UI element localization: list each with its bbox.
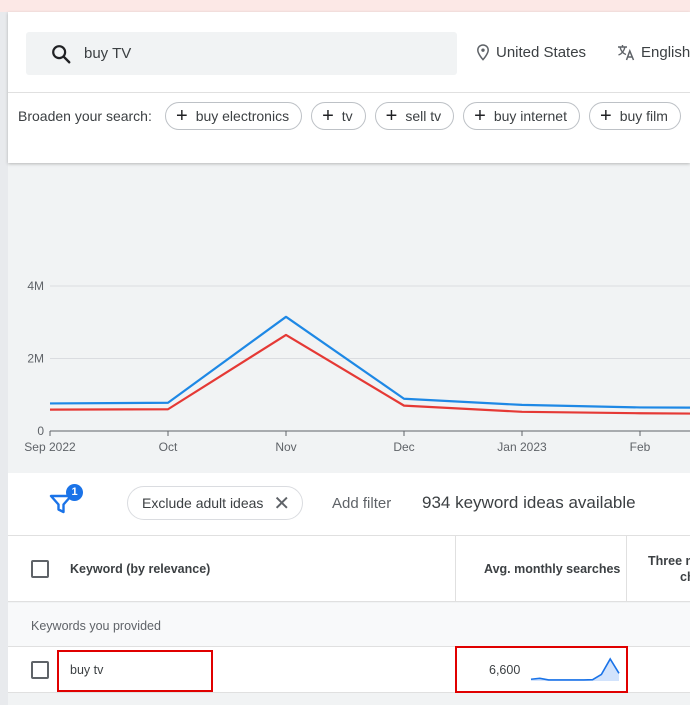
- column-header-avg-searches[interactable]: Avg. monthly searches: [484, 562, 620, 576]
- plus-icon: +: [600, 105, 612, 127]
- notification-strip: [0, 0, 690, 12]
- chip-buy-electronics[interactable]: + buy electronics: [165, 102, 303, 130]
- select-all-checkbox[interactable]: [31, 560, 49, 578]
- add-filter-button[interactable]: Add filter: [332, 495, 391, 512]
- plus-icon: +: [474, 105, 486, 127]
- search-volume-chart: 02M4MSep 2022OctNovDecJan 2023FebMar: [24, 279, 690, 454]
- section-provided-keywords: Keywords you provided: [8, 603, 690, 647]
- location-label: United States: [496, 44, 587, 61]
- row-checkbox[interactable]: [31, 661, 49, 679]
- highlight-keyword-box: [57, 650, 213, 692]
- x-tick-label: Sep 2022: [24, 440, 76, 454]
- card-divider: [8, 92, 690, 93]
- broaden-chips: + buy electronics + tv + sell tv + buy inter…: [165, 102, 681, 130]
- x-tick-label: Dec: [393, 440, 414, 454]
- search-input[interactable]: buy TV: [26, 32, 457, 75]
- close-icon[interactable]: ✕: [273, 491, 290, 516]
- language-selector[interactable]: English: [617, 44, 690, 61]
- ideas-count: 934 keyword ideas available: [422, 493, 636, 512]
- column-divider: [626, 536, 627, 602]
- column-header-keyword[interactable]: Keyword (by relevance): [70, 562, 210, 576]
- page-bottom: [8, 693, 690, 705]
- column-divider: [455, 536, 456, 602]
- filter-bar: 1 Exclude adult ideas ✕ Add filter 934 k…: [8, 473, 690, 535]
- location-pin-icon: [477, 44, 489, 61]
- x-tick-label: Nov: [275, 440, 296, 454]
- chip-buy-internet[interactable]: + buy internet: [463, 102, 580, 130]
- translate-icon: [618, 45, 635, 61]
- column-header-three-month-change[interactable]: Three m ch: [648, 553, 690, 585]
- search-card: buy TV United States English: [8, 12, 690, 163]
- chip-tv[interactable]: + tv: [311, 102, 366, 130]
- y-tick-label: 4M: [27, 279, 44, 293]
- plus-icon: +: [385, 105, 398, 127]
- search-icon: [52, 45, 71, 64]
- plus-icon: +: [322, 105, 334, 127]
- series-line-0: [49, 315, 690, 409]
- table-header: Keyword (by relevance) Avg. monthly sear…: [8, 535, 690, 602]
- y-tick-label: 2M: [27, 352, 44, 366]
- broaden-label: Broaden your search:: [18, 108, 152, 124]
- search-query: buy TV: [84, 45, 132, 62]
- filter-count-badge: 1: [66, 484, 83, 501]
- language-label: English: [641, 44, 690, 61]
- x-tick-label: Feb: [630, 440, 651, 454]
- plus-icon: +: [176, 105, 188, 127]
- location-selector[interactable]: United States: [476, 44, 586, 61]
- x-tick-label: Oct: [159, 440, 178, 454]
- exclude-adult-chip[interactable]: Exclude adult ideas ✕: [127, 486, 304, 520]
- chip-sell-tv[interactable]: + sell tv: [374, 102, 455, 130]
- chip-buy-film[interactable]: + buy film: [589, 102, 681, 130]
- x-tick-label: Jan 2023: [497, 440, 547, 454]
- section-label: Keywords you provided: [31, 619, 161, 633]
- exclude-adult-label: Exclude adult ideas: [142, 495, 264, 511]
- y-tick-label: 0: [37, 424, 44, 438]
- highlight-avg-searches-box: [455, 646, 628, 693]
